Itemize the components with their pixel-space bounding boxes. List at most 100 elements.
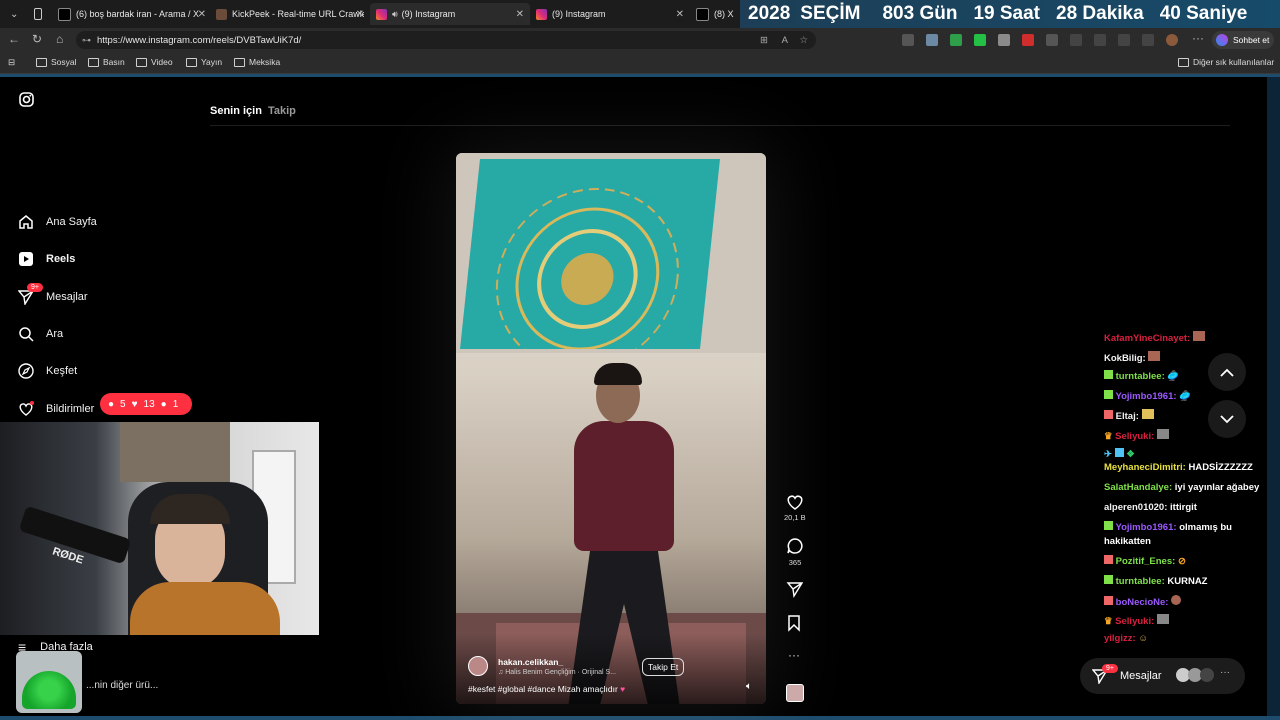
dancer-shirt	[574, 421, 674, 551]
favorite-star-icon[interactable]: ☆	[799, 35, 808, 46]
close-icon[interactable]: ✕	[516, 9, 524, 20]
instagram-logo-icon[interactable]	[19, 92, 34, 112]
extension-icon[interactable]	[902, 34, 914, 46]
other-bookmarks-folder[interactable]: Diğer sık kullanılanlar	[1178, 57, 1274, 67]
more-options-icon[interactable]: ···	[788, 648, 800, 662]
site-info-icon[interactable]: ⊶	[82, 35, 91, 46]
bookmark-folder[interactable]: Sosyal	[36, 57, 77, 67]
copilot-chat-button[interactable]: Sohbet et	[1212, 31, 1274, 49]
workspaces-icon[interactable]	[28, 3, 48, 25]
nav-notifications[interactable]: Bildirimler	[18, 401, 94, 417]
audio-line[interactable]: ♫ Halis Benim Gençliğim · Orijinal S...	[498, 669, 616, 676]
app-available-icon[interactable]: ⊞	[760, 35, 768, 46]
browser-essentials-icon[interactable]	[1142, 34, 1154, 46]
next-reel-button[interactable]	[1208, 400, 1246, 438]
bookmark-folder[interactable]: Basın	[88, 57, 125, 67]
save-action[interactable]	[787, 614, 801, 632]
dancer-hair	[594, 363, 642, 385]
tab-x-partial[interactable]: (8) X'te A	[690, 3, 740, 25]
feed-tabs: Senin için Takip	[210, 105, 296, 117]
read-aloud-icon[interactable]: A	[782, 35, 788, 46]
favorites-icon[interactable]	[1094, 34, 1106, 46]
tab-x-search[interactable]: (6) boş bardak iran - Arama / X ✕	[52, 3, 212, 25]
close-icon[interactable]: ✕	[676, 9, 684, 20]
extension-icon[interactable]	[926, 34, 938, 46]
x-icon	[58, 7, 71, 21]
nav-explore[interactable]: Keşfet	[18, 363, 77, 379]
other-products-link[interactable]: ...nin diğer ürü...	[86, 680, 158, 691]
back-icon[interactable]: ←	[8, 32, 20, 46]
comment-action[interactable]: 365	[786, 537, 804, 567]
nav-search[interactable]: Ara	[18, 326, 63, 342]
reel-author[interactable]: hakan.celikkan_ ♫ Halis Benim Gençliğim …	[468, 656, 616, 676]
speaker-icon[interactable]: 🔊︎	[392, 9, 398, 20]
messages-floating-button[interactable]: 9+ Mesajlar ···	[1080, 658, 1245, 694]
home-icon[interactable]: ⌂	[56, 32, 63, 46]
extension-icon[interactable]	[1022, 34, 1034, 46]
follows-count: 1	[172, 398, 179, 410]
extensions-puzzle-icon[interactable]	[1046, 34, 1058, 46]
chat-message: MeyhaneciDimitri: HADSİZZZZZZ	[1104, 462, 1253, 473]
emote-icon	[1148, 351, 1161, 361]
close-icon[interactable]: ✕	[198, 9, 206, 20]
chat-text: olmamış bu	[1179, 522, 1232, 533]
bookmark-label: Diğer sık kullanılanlar	[1193, 57, 1275, 67]
nav-home[interactable]: Ana Sayfa	[18, 214, 97, 230]
tab-instagram[interactable]: (9) Instagram ✕	[530, 3, 690, 25]
profile-avatar[interactable]	[1166, 34, 1178, 46]
chat-button-label: Sohbet et	[1233, 35, 1270, 45]
chat-user: Eltaj:	[1115, 411, 1139, 422]
split-screen-icon[interactable]	[1070, 34, 1082, 46]
nav-reels[interactable]: Reels	[18, 251, 75, 267]
chat-message: turntablee: KURNAZ	[1104, 575, 1207, 587]
more-menu-icon[interactable]: ···	[1192, 31, 1204, 45]
explore-icon	[18, 363, 34, 379]
bookmark-folder[interactable]: Meksika	[234, 57, 280, 67]
badge-icon	[1104, 390, 1113, 399]
like-action[interactable]: 20,1 B	[784, 494, 806, 522]
chat-user: yilgizz:	[1104, 633, 1136, 644]
extension-icon[interactable]	[950, 34, 962, 46]
badge-icon	[1114, 448, 1124, 457]
refresh-icon[interactable]: ↻	[32, 32, 42, 46]
chat-message: Yojimbo1961: 🥏	[1104, 390, 1191, 402]
chat-message: KafamYineCinayet:	[1104, 331, 1205, 344]
extension-icon[interactable]	[998, 34, 1010, 46]
chat-message-continued: hakikatten	[1104, 536, 1151, 547]
author-avatar[interactable]	[468, 656, 488, 676]
follow-button[interactable]: Takip Et	[642, 658, 685, 676]
kickpeek-icon	[216, 8, 227, 20]
share-action[interactable]	[786, 580, 804, 598]
bookmark-folder[interactable]: Video	[136, 57, 173, 67]
extension-icon[interactable]	[974, 34, 986, 46]
collections-icon[interactable]	[1118, 34, 1130, 46]
chat-message: KokBilig:	[1104, 351, 1161, 364]
tab-kickpeek[interactable]: KickPeek - Real-time URL Crawler ✕	[210, 3, 370, 25]
nav-label: Ana Sayfa	[46, 216, 97, 228]
url-field[interactable]: ⊶ https://www.instagram.com/reels/DVBTaw…	[76, 31, 816, 49]
bookmark-folder[interactable]: Yayın	[186, 57, 222, 67]
close-icon[interactable]: ✕	[356, 9, 364, 20]
green-candies	[22, 671, 76, 709]
badge-icon: ✈	[1104, 449, 1112, 460]
notifications-summary-pill[interactable]: ● 5 ♥ 13 ● 1	[100, 393, 193, 415]
author-username[interactable]: hakan.celikkan_	[498, 657, 616, 667]
chat-message: alperen01020: ittirgit	[1104, 502, 1197, 513]
tab-actions-button[interactable]: ⌄	[4, 3, 24, 25]
scrollbar[interactable]	[1267, 77, 1280, 716]
chat-message: ♛ Seliyuki:	[1104, 614, 1169, 627]
tab-following[interactable]: Takip	[268, 105, 296, 117]
tab-instagram-active[interactable]: 🔊︎ (9) Instagram ✕	[370, 3, 530, 25]
emote-icon: 🥏	[1167, 371, 1180, 382]
nav-messages[interactable]: Mesajlar 9+	[18, 283, 88, 305]
likes-count: 13	[143, 398, 155, 410]
previous-reel-button[interactable]	[1208, 353, 1246, 391]
bookmark-label: Video	[151, 57, 173, 67]
url-text: https://www.instagram.com/reels/DVBTawUi…	[97, 34, 302, 46]
audio-thumbnail[interactable]	[786, 684, 804, 702]
reel-video[interactable]: hakan.celikkan_ ♫ Halis Benim Gençliğim …	[456, 153, 766, 704]
bookmarks-menu-icon[interactable]: ⊟	[8, 57, 15, 68]
tab-for-you[interactable]: Senin için	[210, 105, 262, 117]
nav-label: Bildirimler	[46, 403, 95, 415]
mute-icon[interactable]: 🔈︎	[746, 681, 752, 692]
